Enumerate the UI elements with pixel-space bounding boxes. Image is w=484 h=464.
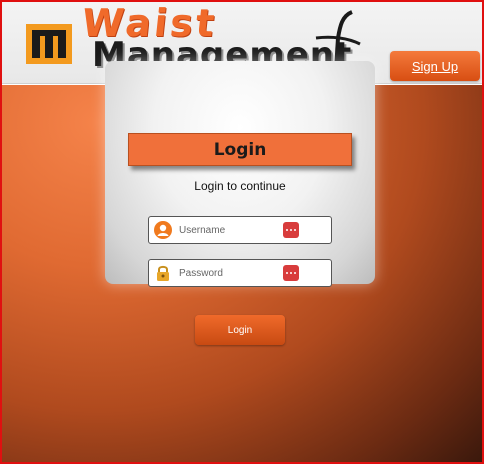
login-title-tab: Login — [128, 133, 352, 166]
password-field[interactable] — [148, 259, 332, 287]
more-dots-icon[interactable] — [283, 265, 299, 281]
username-field[interactable] — [148, 216, 332, 244]
user-icon — [154, 221, 172, 239]
lock-icon — [157, 265, 169, 281]
login-submit-button[interactable]: Login — [195, 315, 285, 345]
login-subtitle: Login to continue — [194, 179, 286, 193]
password-input[interactable] — [179, 263, 279, 283]
login-card — [105, 61, 375, 284]
waist-management-logo-icon — [26, 24, 72, 64]
login-title: Login — [213, 139, 267, 160]
username-input[interactable] — [179, 220, 279, 240]
sign-up-button[interactable]: Sign Up — [390, 51, 480, 81]
more-dots-icon[interactable] — [283, 222, 299, 238]
